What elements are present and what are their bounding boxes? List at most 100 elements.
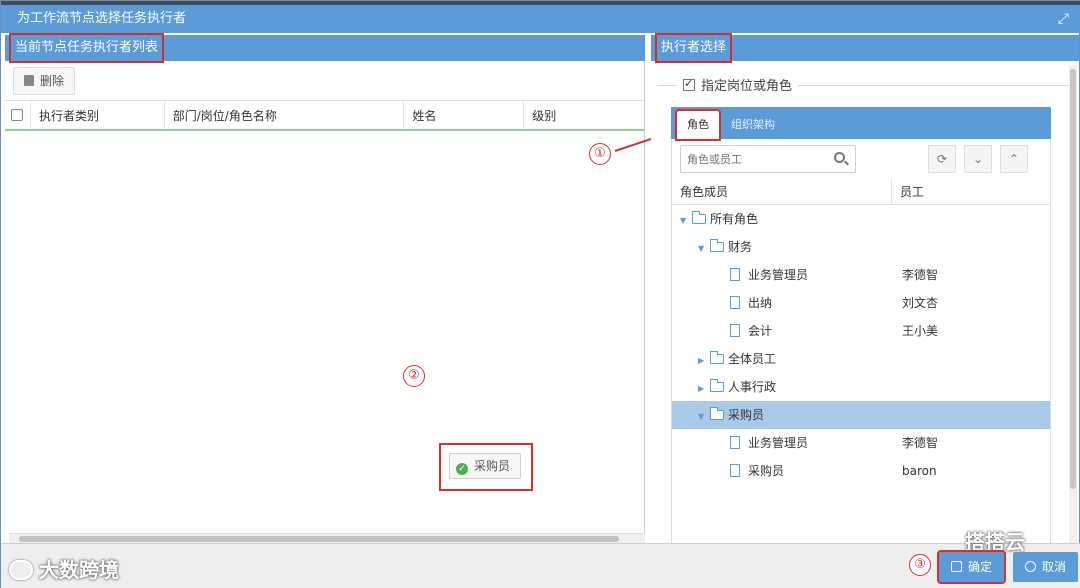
tree-row-accountant[interactable]: 会计 王小美 bbox=[672, 317, 1050, 345]
vertical-scrollbar[interactable] bbox=[1069, 65, 1077, 543]
tree-row-all-staff[interactable]: ▶ 全体员工 bbox=[672, 345, 1050, 373]
select-all-cell bbox=[5, 101, 31, 129]
tree-row-employee: 李德智 bbox=[902, 436, 939, 450]
caret-right-icon[interactable]: ▶ bbox=[698, 347, 708, 375]
tree-row-finance[interactable]: ▼ 财务 bbox=[672, 233, 1050, 261]
tab-role[interactable]: 角色 bbox=[675, 109, 721, 141]
tree-row-label: 人事行政 bbox=[728, 380, 777, 394]
tree-row-label: 全体员工 bbox=[728, 352, 777, 366]
tree-row-purchaser-member[interactable]: 采购员 baron bbox=[672, 457, 1050, 485]
watermark-left-text: 大数跨境 bbox=[39, 558, 119, 582]
tree-row-employee: 王小美 bbox=[902, 324, 939, 338]
selection-tabs: 角色 组织架构 bbox=[671, 107, 1051, 141]
delete-button[interactable]: 删除 bbox=[13, 67, 76, 95]
tree-row-cashier[interactable]: 出纳 刘文杏 bbox=[672, 289, 1050, 317]
search-icon[interactable] bbox=[834, 152, 845, 163]
horizontal-scrollbar[interactable] bbox=[9, 533, 645, 543]
caret-down-icon[interactable]: ▼ bbox=[680, 207, 690, 235]
tree-row-label: 采购员 bbox=[748, 464, 785, 478]
left-toolbar: 删除 bbox=[5, 61, 644, 101]
col-name[interactable]: 姓名 bbox=[404, 101, 525, 129]
left-panel-title: 当前节点任务执行者列表 bbox=[8, 33, 165, 63]
col-employee: 员工 bbox=[900, 185, 925, 199]
role-employee-search-input[interactable] bbox=[680, 145, 856, 173]
file-icon bbox=[730, 324, 740, 337]
tree-row-employee: 刘文杏 bbox=[902, 296, 939, 310]
role-section-label: 指定岗位或角色 bbox=[701, 79, 793, 94]
right-panel-title: 执行者选择 bbox=[654, 33, 733, 63]
tree-row-label: 出纳 bbox=[748, 296, 773, 310]
watermark-right: 搭搭云 bbox=[965, 526, 1025, 555]
chevron-double-up-icon: ⌃ bbox=[1008, 152, 1020, 166]
dialog-window: 为工作流节点选择任务执行者 ⤢ 当前节点任务执行者列表 删除 执行者类别 部门/… bbox=[0, 0, 1080, 588]
role-section-legend: 指定岗位或角色 bbox=[657, 75, 1069, 95]
confirm-button[interactable]: 确定 bbox=[936, 550, 1007, 584]
role-section-title[interactable]: 指定岗位或角色 bbox=[677, 75, 799, 94]
file-icon bbox=[730, 436, 740, 449]
cancel-label: 取消 bbox=[1042, 560, 1067, 574]
right-panel-header: 执行者选择 bbox=[651, 33, 1079, 63]
caret-down-icon[interactable]: ▼ bbox=[698, 235, 708, 263]
folder-open-icon bbox=[692, 211, 706, 224]
file-icon bbox=[730, 268, 740, 281]
watermark-left: 大数跨境 bbox=[9, 554, 119, 583]
folder-icon bbox=[710, 351, 724, 364]
watermark-right-text: 搭搭云 bbox=[965, 530, 1025, 554]
folder-open-icon bbox=[710, 407, 724, 420]
confirm-label: 确定 bbox=[968, 560, 993, 574]
chevron-double-down-icon: ⌄ bbox=[972, 152, 984, 166]
col-level[interactable]: 级别 bbox=[524, 101, 644, 129]
role-tree-header: 角色成员 员工 bbox=[671, 179, 1051, 205]
collapse-all-button[interactable]: ⌃ bbox=[1000, 145, 1028, 173]
tree-row-purchase-admin[interactable]: 业务管理员 李德智 bbox=[672, 429, 1050, 457]
cancel-button[interactable]: 取消 bbox=[1013, 552, 1079, 582]
vertical-scroll-thumb[interactable] bbox=[1070, 69, 1076, 489]
dragged-item-highlight: ✓ 采购员 bbox=[439, 443, 533, 491]
role-section-checkbox[interactable] bbox=[683, 77, 695, 91]
tree-row-hr-admin[interactable]: ▶ 人事行政 bbox=[672, 373, 1050, 401]
caret-down-icon[interactable]: ▼ bbox=[698, 403, 708, 431]
refresh-button[interactable]: ⟳ bbox=[928, 145, 956, 173]
select-all-checkbox[interactable] bbox=[11, 109, 23, 121]
executor-grid-body: ✓ 采购员 bbox=[5, 131, 644, 529]
annotation-2: ② bbox=[403, 365, 425, 387]
expand-all-button[interactable]: ⌄ bbox=[964, 145, 992, 173]
tree-row-purchaser-selected[interactable]: ▼ 采购员 bbox=[672, 401, 1050, 429]
dialog-footer: 大数跨境 搭搭云 ③ 确定 取消 bbox=[1, 530, 1080, 588]
left-panel-header: 当前节点任务执行者列表 bbox=[5, 33, 645, 63]
col-dept-role-name[interactable]: 部门/岗位/角色名称 bbox=[165, 101, 405, 129]
caret-right-icon[interactable]: ▶ bbox=[698, 375, 708, 403]
dragged-role-label: 采购员 bbox=[474, 459, 511, 473]
tree-row-label: 采购员 bbox=[728, 408, 765, 422]
cancel-circle-icon bbox=[1025, 561, 1036, 572]
tree-row-label: 会计 bbox=[748, 324, 773, 338]
tree-row-finance-admin[interactable]: 业务管理员 李德智 bbox=[672, 261, 1050, 289]
refresh-icon: ⟳ bbox=[936, 152, 948, 166]
dragged-role-chip[interactable]: ✓ 采购员 bbox=[449, 453, 522, 479]
annotation-3: ③ bbox=[909, 554, 931, 576]
tab-org-structure[interactable]: 组织架构 bbox=[721, 111, 785, 139]
current-executors-panel: 当前节点任务执行者列表 删除 执行者类别 部门/岗位/角色名称 姓名 级别 ✓ 采… bbox=[5, 33, 645, 543]
file-icon bbox=[730, 464, 740, 477]
watermark-logo-icon bbox=[9, 560, 33, 580]
tree-row-label: 财务 bbox=[728, 240, 753, 254]
check-circle-icon: ✓ bbox=[456, 463, 468, 475]
file-icon bbox=[730, 296, 740, 309]
tree-row-label: 业务管理员 bbox=[748, 436, 809, 450]
col-role-member: 角色成员 bbox=[672, 179, 892, 204]
annotation-1: ① bbox=[589, 143, 611, 165]
col-executor-type[interactable]: 执行者类别 bbox=[31, 101, 165, 129]
horizontal-scroll-thumb[interactable] bbox=[19, 536, 619, 542]
role-tree: ▼ 所有角色 ▼ 财务 业务管理员 李德智 出纳 刘文杏 会计 王小美 ▶ 全体员工 ▶ 人事… bbox=[671, 205, 1051, 543]
tree-row-employee: baron bbox=[902, 464, 937, 478]
tree-row-label: 业务管理员 bbox=[748, 268, 809, 282]
folder-icon bbox=[710, 379, 724, 392]
tree-row-employee: 李德智 bbox=[902, 268, 939, 282]
trash-icon bbox=[24, 75, 34, 86]
tree-row-label: 所有角色 bbox=[710, 212, 759, 226]
dialog-titlebar: 为工作流节点选择任务执行者 ⤢ bbox=[1, 5, 1080, 33]
check-square-icon bbox=[951, 561, 962, 572]
executor-selection-panel: 执行者选择 指定岗位或角色 角色 组织架构 ⟳ ⌄ ⌃ 角色成员 员工 ▼所有角… bbox=[651, 33, 1079, 543]
expand-icon[interactable]: ⤢ bbox=[1058, 5, 1069, 33]
tree-row-all-roles[interactable]: ▼ 所有角色 bbox=[672, 205, 1050, 233]
